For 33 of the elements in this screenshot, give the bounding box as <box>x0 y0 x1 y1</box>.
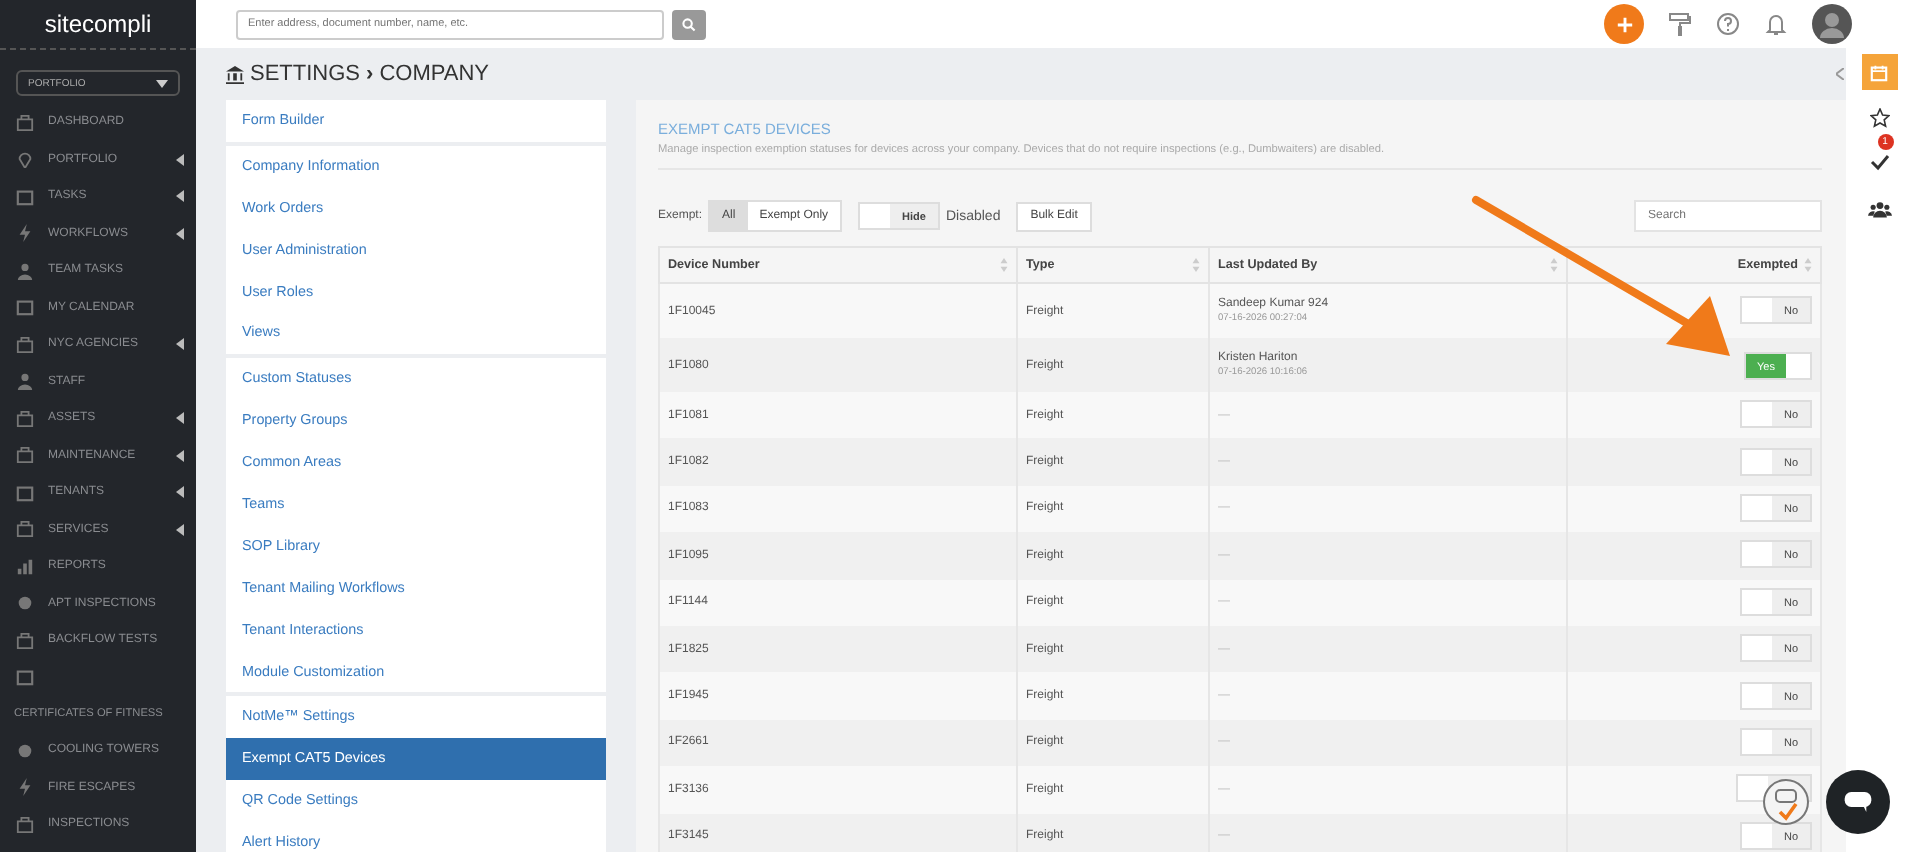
help-icon[interactable] <box>1716 12 1740 36</box>
paint-roller-icon[interactable] <box>1668 12 1692 36</box>
chevron-icon[interactable] <box>176 227 184 240</box>
calendar-button[interactable] <box>1861 54 1897 90</box>
chevron-icon[interactable] <box>176 190 184 203</box>
avatar[interactable] <box>1812 4 1852 44</box>
chat-icon <box>1844 792 1872 812</box>
collapse-chevron-icon[interactable] <box>1836 68 1844 80</box>
chevron-icon[interactable] <box>176 153 184 166</box>
page-title: COMPANY <box>379 62 489 86</box>
caret-icon <box>156 79 168 87</box>
add-button[interactable] <box>1604 4 1644 44</box>
search-icon <box>682 17 696 31</box>
chevron-icon[interactable] <box>176 523 184 536</box>
search-button[interactable] <box>672 9 706 39</box>
robot-icon[interactable] <box>1762 778 1810 826</box>
pin-icon[interactable] <box>16 150 34 169</box>
breadcrumb-separator: › <box>366 62 374 86</box>
chevron-icon[interactable] <box>176 412 184 425</box>
bolt-icon[interactable] <box>16 224 34 243</box>
bell-icon[interactable] <box>1764 12 1788 36</box>
plus-icon <box>1615 15 1633 33</box>
breadcrumb-link[interactable]: SETTINGS <box>250 62 361 86</box>
chevron-icon[interactable] <box>176 449 184 462</box>
bank-icon <box>226 65 244 83</box>
chart-icon[interactable] <box>16 557 34 576</box>
briefcase-icon[interactable] <box>16 520 34 539</box>
check-icon[interactable] <box>1869 152 1889 172</box>
dot-icon[interactable] <box>16 741 34 760</box>
star-icon[interactable] <box>1869 108 1889 128</box>
person-icon[interactable] <box>16 372 34 391</box>
chevron-icon[interactable] <box>176 486 184 499</box>
chevron-icon[interactable] <box>176 338 184 351</box>
